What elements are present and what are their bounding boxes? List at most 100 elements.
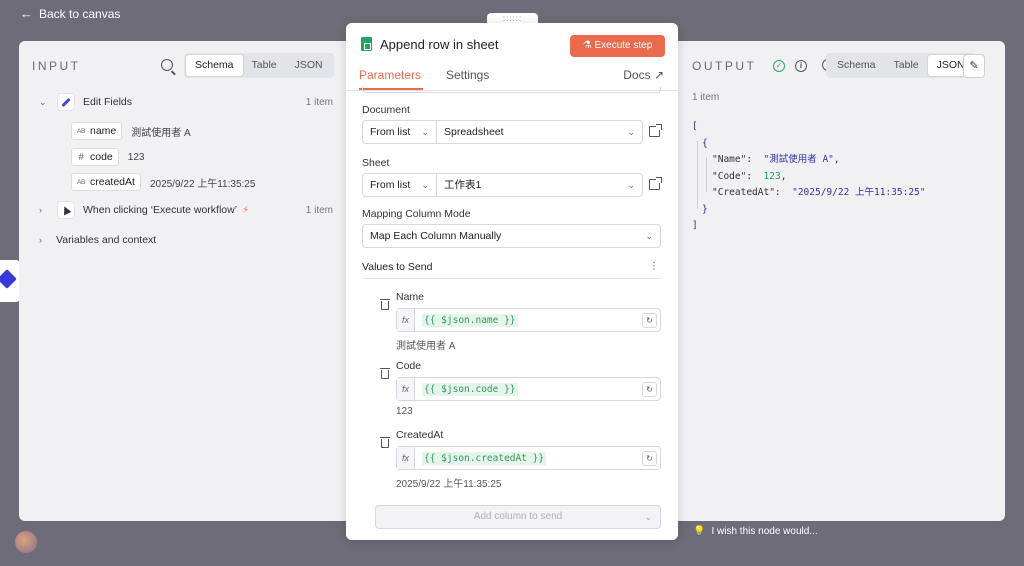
reset-icon[interactable]: ↻: [642, 313, 657, 328]
column-name: Code: [396, 360, 422, 372]
schema-node-manual-trigger[interactable]: › When clicking ‘Execute workflow’ ⚡ 1 i…: [39, 201, 333, 219]
input-panel: INPUT Schema Table JSON ⌄ Edit Fields 1 …: [19, 41, 346, 521]
values-to-send-header: Values to Send ⋮: [362, 261, 661, 279]
mapping-mode-select[interactable]: Map Each Column Manually ⌄: [362, 224, 661, 248]
sheet-mode-select[interactable]: From list ⌄: [362, 173, 437, 197]
reset-icon[interactable]: ↻: [642, 451, 657, 466]
column-expression-input[interactable]: fx {{ $json.createdAt }} ↻: [396, 446, 661, 470]
node-label: Variables and context: [56, 234, 157, 246]
external-link-icon[interactable]: [649, 177, 662, 190]
sheet-label: Sheet: [362, 157, 390, 169]
node-title[interactable]: Append row in sheet: [380, 37, 499, 52]
cursor-icon: [57, 201, 75, 219]
avatar[interactable]: [15, 531, 37, 553]
document-mode-select[interactable]: From list ⌄: [362, 120, 437, 144]
field-value: 123: [127, 151, 145, 163]
edit-output-button[interactable]: ✎: [963, 54, 985, 78]
chevron-right-icon: ›: [39, 205, 42, 215]
feedback-link[interactable]: 💡 I wish this node would...: [693, 526, 818, 537]
mapping-mode-label: Mapping Column Mode: [362, 208, 471, 220]
modal-header: Append row in sheet ⚗ Execute step Param…: [346, 23, 678, 91]
json-brace: }: [702, 203, 708, 215]
chevron-down-icon: ⌄: [627, 127, 635, 137]
string-type-icon: AB: [76, 127, 86, 135]
field-name: name: [90, 125, 117, 137]
trash-icon[interactable]: [380, 299, 390, 310]
lightbulb-icon: 💡: [693, 526, 706, 537]
google-sheets-icon: [361, 37, 372, 51]
field-name: createdAt: [90, 176, 135, 188]
input-tab-table[interactable]: Table: [243, 55, 286, 76]
chevron-down-icon: ⌄: [644, 512, 652, 522]
json-row: "Code": 123,: [712, 170, 787, 182]
input-tab-json[interactable]: JSON: [286, 55, 332, 76]
output-item-count: 1 item: [692, 92, 720, 103]
field-value: 2025/9/22 上午11:35:25: [149, 178, 256, 190]
chevron-down-icon: ⌄: [421, 127, 429, 137]
column-name: CreatedAt: [396, 429, 444, 441]
fx-icon: fx: [397, 447, 415, 469]
expression-text: {{ $json.createdAt }}: [422, 451, 547, 465]
reset-icon[interactable]: ↻: [642, 382, 657, 397]
number-type-icon: #: [78, 151, 84, 163]
scrolled-field-edge: [362, 87, 661, 93]
schema-field[interactable]: AB createdAt 2025/9/22 上午11:35:25: [71, 173, 255, 191]
field-name: code: [90, 151, 113, 163]
document-select[interactable]: Spreadsheet ⌄: [436, 120, 643, 144]
tab-parameters[interactable]: Parameters: [359, 68, 421, 82]
select-value: 工作表1: [444, 179, 482, 191]
output-tab-schema[interactable]: Schema: [828, 55, 885, 76]
add-column-placeholder: Add column to send: [473, 511, 563, 522]
output-panel: OUTPUT ✓ i Schema Table JSON 1 item [ { …: [678, 41, 1005, 521]
info-icon[interactable]: i: [795, 60, 807, 72]
input-tab-schema[interactable]: Schema: [186, 55, 243, 76]
node-settings-modal: Append row in sheet ⚗ Execute step Param…: [346, 23, 678, 540]
success-check-icon: ✓: [773, 60, 785, 72]
execute-step-button[interactable]: ⚗ Execute step: [570, 35, 665, 57]
string-type-icon: AB: [76, 178, 86, 186]
select-value: Spreadsheet: [444, 126, 504, 138]
schema-field[interactable]: # code 123: [71, 148, 144, 166]
back-to-canvas-button[interactable]: ← Back to canvas: [20, 6, 120, 21]
chevron-right-icon: ›: [39, 235, 42, 245]
field-value: 測試使用者 A: [131, 127, 191, 139]
column-name: Name: [396, 291, 425, 303]
fx-icon: fx: [397, 378, 415, 400]
back-label: Back to canvas: [39, 6, 121, 21]
add-column-select[interactable]: Add column to send ⌄: [375, 505, 661, 529]
feedback-label: I wish this node would...: [711, 526, 818, 537]
json-bracket: [: [692, 121, 698, 132]
more-options-icon[interactable]: ⋮: [649, 261, 659, 272]
trash-icon[interactable]: [380, 437, 390, 448]
expression-text: {{ $json.code }}: [422, 382, 518, 396]
execute-label: Execute step: [594, 40, 653, 51]
schema-field[interactable]: AB name 測試使用者 A: [71, 122, 191, 140]
node-label: Edit Fields: [83, 96, 133, 108]
docs-label: Docs: [623, 68, 651, 82]
column-expression-input[interactable]: fx {{ $json.code }} ↻: [396, 377, 661, 401]
schema-node-edit-fields[interactable]: ⌄ Edit Fields 1 item: [39, 93, 333, 111]
docs-link[interactable]: Docs ↗: [623, 68, 664, 82]
select-value: From list: [370, 179, 411, 191]
values-label: Values to Send: [362, 261, 433, 273]
json-brace: {: [702, 137, 708, 149]
arrow-left-icon: ←: [20, 6, 33, 21]
pencil-icon: [0, 269, 17, 289]
external-link-icon[interactable]: [649, 124, 662, 137]
external-link-icon: ↗: [653, 68, 664, 82]
expression-preview: 2025/9/22 上午11:35:25: [396, 479, 502, 490]
input-view-switch: Schema Table JSON: [184, 53, 334, 78]
tab-settings[interactable]: Settings: [446, 68, 489, 82]
output-tab-table[interactable]: Table: [885, 55, 928, 76]
column-expression-input[interactable]: fx {{ $json.name }} ↻: [396, 308, 661, 332]
sheet-select[interactable]: 工作表1 ⌄: [436, 173, 643, 197]
expression-preview: 測試使用者 A: [396, 341, 456, 352]
trash-icon[interactable]: [380, 368, 390, 379]
input-title: INPUT: [32, 59, 81, 73]
output-view-switch: Schema Table JSON: [826, 53, 976, 78]
json-bracket: ]: [692, 220, 698, 231]
search-icon[interactable]: [161, 59, 173, 71]
item-count: 1 item: [305, 96, 333, 108]
schema-node-variables[interactable]: › Variables and context: [39, 234, 333, 246]
edit-fields-icon: [57, 93, 75, 111]
